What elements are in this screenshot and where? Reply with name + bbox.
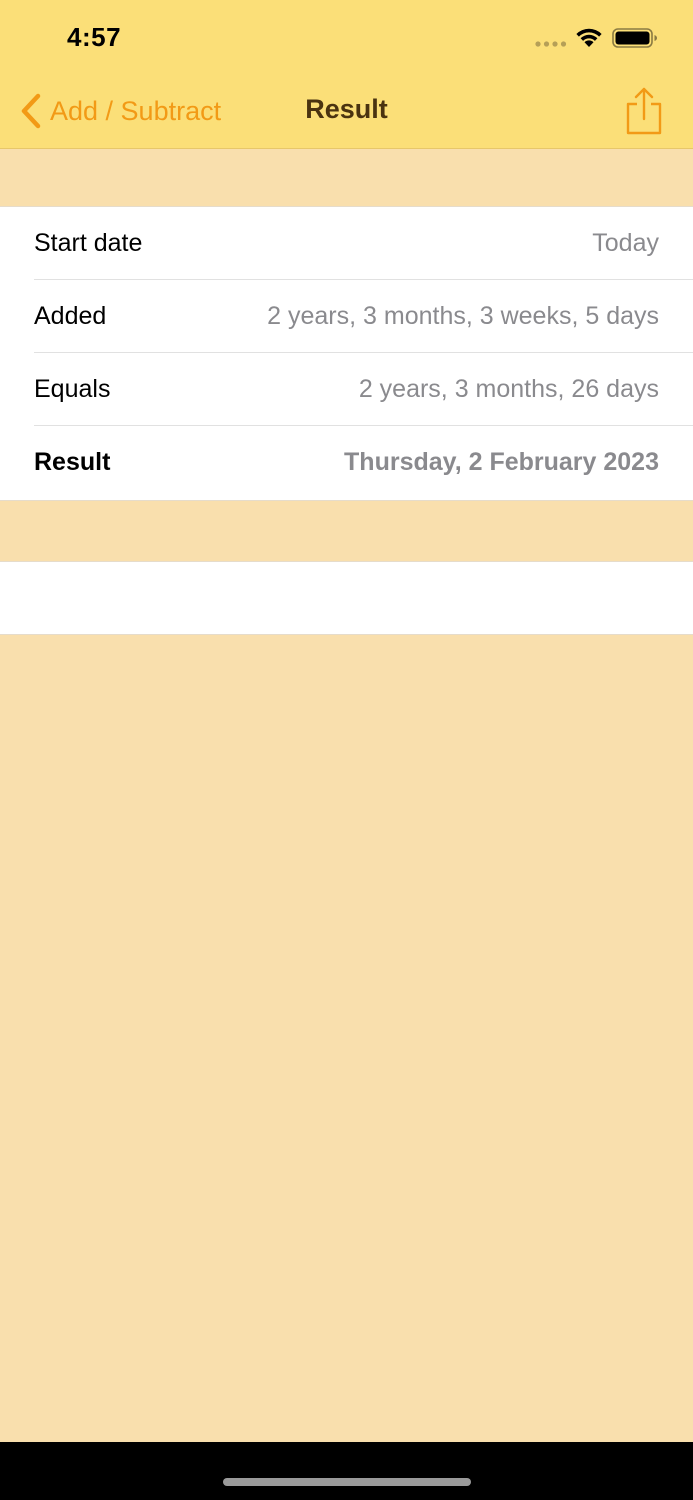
row-value: Today: [592, 229, 659, 257]
row-value: Thursday, 2 February 2023: [344, 448, 659, 476]
battery-icon: [612, 28, 657, 48]
status-bar: 4:57: [0, 0, 693, 76]
row-value: 2 years, 3 months, 26 days: [358, 375, 659, 403]
row-equals: Equals 2 years, 3 months, 26 days: [34, 353, 693, 426]
home-indicator[interactable]: [223, 1478, 471, 1486]
home-bar: [0, 1442, 693, 1500]
empty-cell-group: [0, 561, 693, 635]
navigation-bar: Add / Subtract Result: [0, 76, 693, 148]
signal-dots-icon: [535, 41, 567, 47]
back-button-label: Add / Subtract: [50, 95, 222, 126]
header: 4:57 Add / Subtract Result: [0, 0, 693, 149]
back-button[interactable]: Add / Subtract: [18, 90, 221, 132]
result-table: Start date Today Added 2 years, 3 months…: [0, 206, 693, 501]
row-label: Result: [34, 448, 111, 476]
row-start-date: Start date Today: [34, 207, 693, 280]
row-label: Equals: [34, 375, 111, 403]
wifi-icon: [576, 28, 602, 47]
row-result: Result Thursday, 2 February 2023: [34, 426, 693, 499]
row-label: Start date: [34, 229, 143, 257]
row-label: Added: [34, 302, 107, 330]
share-icon[interactable]: [624, 86, 664, 136]
status-time: 4:57: [67, 22, 122, 52]
row-added: Added 2 years, 3 months, 3 weeks, 5 days: [34, 280, 693, 353]
row-value: 2 years, 3 months, 3 weeks, 5 days: [267, 302, 659, 330]
chevron-left-icon: [21, 93, 41, 129]
